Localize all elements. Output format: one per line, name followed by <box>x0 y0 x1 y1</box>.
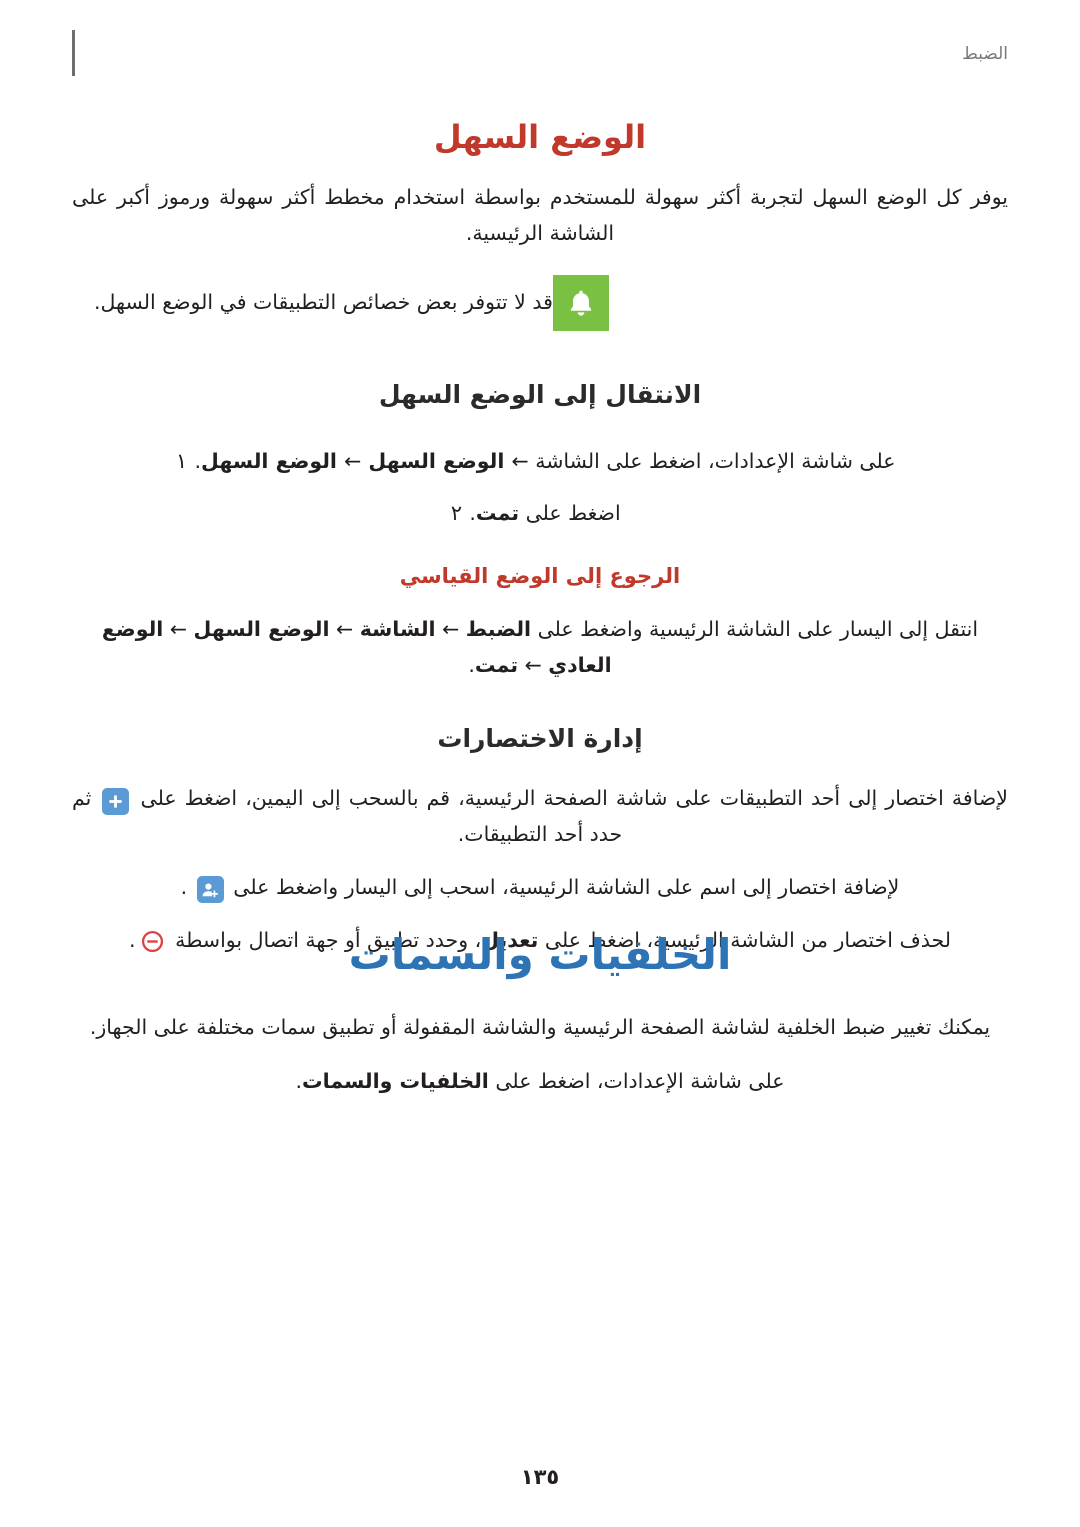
wallpaper-themes-title: الخلفيات والسمات <box>348 930 732 979</box>
wallpaper-themes-section: الخلفيات والسمات يمكنك تغيير ضبط الخلفية… <box>72 930 1008 1099</box>
list-item: اضغط على تمت. ٢ <box>72 495 1008 533</box>
shortcut-add-contact-text: لإضافة اختصار إلى اسم على الشاشة الرئيسي… <box>72 870 1008 905</box>
page-number: ١٣٥ <box>520 1465 560 1489</box>
note-text: قد لا تتوفر بعض خصائص التطبيقات في الوضع… <box>94 290 553 315</box>
step-2-text: اضغط على تمت. <box>469 501 621 526</box>
manage-shortcuts-heading: إدارة الاختصارات <box>437 723 643 753</box>
step-1-text: على شاشة الإعدادات، اضغط على الشاشة ← ال… <box>194 449 896 474</box>
plus-icon <box>102 788 130 816</box>
note-box: قد لا تتوفر بعض خصائص التطبيقات في الوضع… <box>72 274 1008 331</box>
list-item: على شاشة الإعدادات، اضغط على الشاشة ← ال… <box>72 443 1008 481</box>
easy-mode-intro: يوفر كل الوضع السهل لتجربة أكثر سهولة لل… <box>72 185 1008 245</box>
wallpaper-themes-intro: يمكنك تغيير ضبط الخلفية لشاشة الصفحة الر… <box>89 1015 991 1040</box>
easy-mode-section: الوضع السهل يوفر كل الوضع السهل لتجربة أ… <box>72 118 1008 958</box>
return-standard-mode-text: انتقل إلى اليسار على الشاشة الرئيسية واض… <box>101 617 979 677</box>
step-1-marker: ١ <box>175 449 188 474</box>
easy-mode-steps: على شاشة الإعدادات، اضغط على الشاشة ← ال… <box>72 443 1008 533</box>
bell-icon <box>552 274 609 331</box>
document-page: الضبط الوضع السهل يوفر كل الوضع السهل لت… <box>0 0 1080 1527</box>
return-standard-mode-heading: الرجوع إلى الوضع القياسي <box>399 563 681 588</box>
wallpaper-themes-line: على شاشة الإعدادات، اضغط على الخلفيات وا… <box>295 1068 785 1093</box>
step-2-marker: ٢ <box>450 501 462 526</box>
page-header: الضبط <box>72 30 1008 76</box>
header-rule <box>72 30 75 76</box>
add-contact-icon <box>196 876 224 904</box>
header-title: الضبط <box>962 44 1008 64</box>
easy-mode-title: الوضع السهل <box>433 118 647 156</box>
shortcut-add-app-text: لإضافة اختصار إلى أحد التطبيقات على شاشة… <box>72 786 1008 846</box>
switch-to-easy-mode-heading: الانتقال إلى الوضع السهل <box>378 379 702 409</box>
